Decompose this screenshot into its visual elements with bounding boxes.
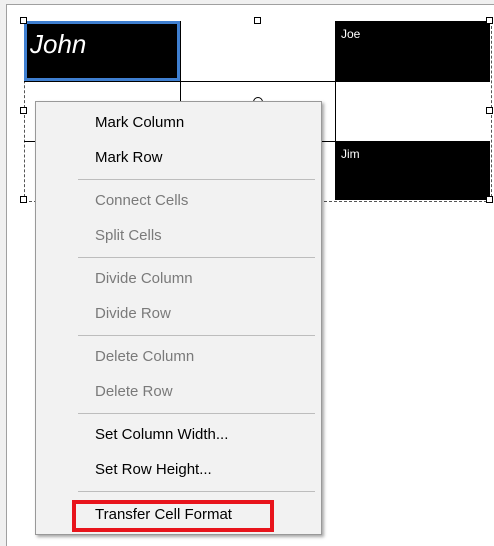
menu-separator	[78, 179, 315, 180]
menu-item-set-column-width[interactable]: Set Column Width...	[36, 420, 321, 450]
highlight-annotation	[72, 500, 274, 532]
cell-empty-1[interactable]	[180, 21, 335, 81]
menu-separator	[78, 413, 315, 414]
menu-item-split-cells[interactable]: Split Cells	[36, 221, 321, 251]
column-divider	[335, 21, 336, 200]
menu-item-divide-row[interactable]: Divide Row	[36, 299, 321, 329]
menu-item-divide-column[interactable]: Divide Column	[36, 264, 321, 294]
resize-handle-right[interactable]	[486, 107, 493, 114]
menu-separator	[78, 335, 315, 336]
resize-handle-bottom-right[interactable]	[486, 196, 493, 203]
menu-separator	[78, 257, 315, 258]
resize-handle-top[interactable]	[254, 17, 261, 24]
resize-handle-top-left[interactable]	[20, 17, 27, 24]
menu-separator	[78, 491, 315, 492]
menu-item-mark-row[interactable]: Mark Row	[36, 143, 321, 173]
menu-item-delete-row[interactable]: Delete Row	[36, 377, 321, 407]
cell-empty-2[interactable]	[335, 81, 490, 141]
menu-item-connect-cells[interactable]: Connect Cells	[36, 186, 321, 216]
context-menu: Mark Column Mark Row Connect Cells Split…	[35, 101, 322, 535]
row-divider	[24, 81, 490, 82]
menu-item-set-row-height[interactable]: Set Row Height...	[36, 455, 321, 485]
resize-handle-bottom-left[interactable]	[20, 196, 27, 203]
cell-joe-text: Joe	[341, 27, 361, 41]
cell-john[interactable]: John	[24, 21, 180, 81]
cell-jim-text: Jim	[341, 147, 360, 161]
cell-john-text: John	[30, 29, 87, 59]
cell-jim[interactable]: Jim	[335, 141, 490, 200]
menu-item-mark-column[interactable]: Mark Column	[36, 108, 321, 138]
resize-handle-left[interactable]	[20, 107, 27, 114]
cell-joe[interactable]: Joe	[335, 21, 490, 81]
menu-item-delete-column[interactable]: Delete Column	[36, 342, 321, 372]
resize-handle-top-right[interactable]	[486, 17, 493, 24]
